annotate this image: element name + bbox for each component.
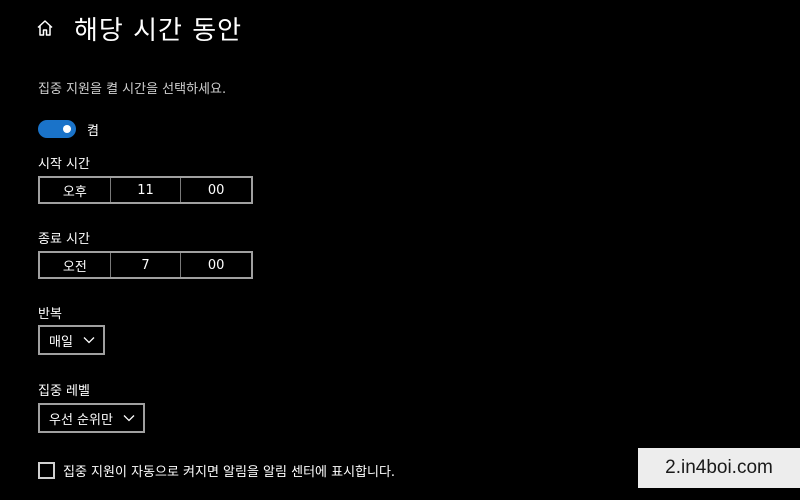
notification-checkbox-label: 집중 지원이 자동으로 켜지면 알림을 알림 센터에 표시합니다. [63, 465, 396, 480]
end-time-label: 종료 시간 [38, 232, 90, 247]
end-time-minute[interactable]: 00 [180, 253, 251, 277]
chevron-down-icon [83, 336, 95, 344]
focus-assist-toggle[interactable] [38, 120, 76, 138]
home-icon[interactable] [36, 18, 56, 38]
toggle-state-label: 켬 [87, 123, 99, 139]
toggle-row: 켬 [38, 120, 99, 139]
start-time-minute[interactable]: 00 [180, 178, 251, 202]
end-time-picker[interactable]: 오전 7 00 [38, 251, 253, 279]
end-time-period[interactable]: 오전 [40, 253, 110, 277]
start-time-picker[interactable]: 오후 11 00 [38, 176, 253, 204]
notification-checkbox-row[interactable]: 집중 지원이 자동으로 켜지면 알림을 알림 센터에 표시합니다. [38, 461, 395, 480]
repeat-dropdown[interactable]: 매일 [38, 325, 105, 355]
repeat-label: 반복 [38, 307, 62, 322]
focus-level-selected-value: 우선 순위만 [49, 412, 113, 428]
end-time-hour[interactable]: 7 [109, 253, 181, 277]
focus-assist-settings-page: 해당 시간 동안 집중 지원을 켤 시간을 선택하세요. 켬 시작 시간 오후 … [0, 0, 800, 500]
notification-checkbox[interactable] [38, 462, 55, 479]
toggle-knob [63, 125, 71, 133]
focus-level-label: 집중 레벨 [38, 384, 90, 399]
repeat-selected-value: 매일 [49, 334, 73, 350]
start-time-label: 시작 시간 [38, 157, 90, 172]
start-time-hour[interactable]: 11 [109, 178, 181, 202]
start-time-period[interactable]: 오후 [40, 178, 110, 202]
focus-level-dropdown[interactable]: 우선 순위만 [38, 403, 145, 433]
chevron-down-icon [123, 414, 135, 422]
page-title: 해당 시간 동안 [74, 15, 243, 46]
watermark: 2.in4boi.com [638, 448, 800, 488]
header: 해당 시간 동안 [36, 8, 242, 48]
description-text: 집중 지원을 켤 시간을 선택하세요. [38, 82, 227, 97]
